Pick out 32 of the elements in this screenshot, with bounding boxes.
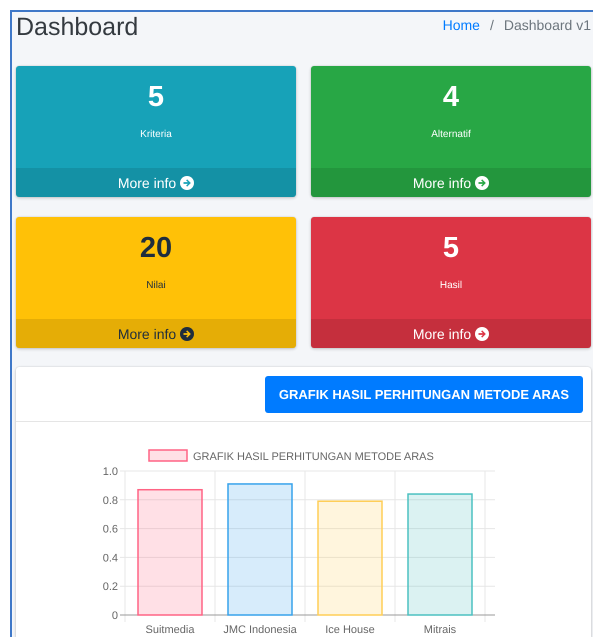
stat-label: Nilai: [146, 280, 166, 291]
more-info-link[interactable]: More info: [311, 319, 591, 348]
x-axis-label: Ice House: [325, 624, 375, 636]
y-tick-label: 0: [112, 610, 118, 622]
stat-count: 5: [442, 231, 460, 265]
more-info-link[interactable]: More info: [311, 168, 591, 197]
stat-label: Alternatif: [431, 129, 471, 140]
page-title: Dashboard: [16, 12, 138, 42]
stat-count: 20: [140, 231, 172, 265]
arrow-circle-icon: [180, 176, 194, 190]
x-axis-label: JMC Indonesia: [223, 624, 297, 636]
breadcrumb-separator: /: [490, 17, 494, 33]
more-info-link[interactable]: More info: [16, 168, 296, 197]
stat-count: 4: [442, 80, 460, 114]
y-tick-label: 1.0: [102, 466, 118, 478]
legend-label: GRAFIK HASIL PERHITUNGAN METODE ARAS: [193, 451, 434, 463]
y-tick-label: 0.8: [102, 494, 118, 507]
stat-label: Kriteria: [140, 129, 172, 140]
more-info-link[interactable]: More info: [16, 319, 296, 348]
chart-title-button[interactable]: GRAFIK HASIL PERHITUNGAN METODE ARAS: [264, 376, 583, 413]
stat-label: Hasil: [440, 280, 462, 291]
arrow-circle-icon: [475, 326, 490, 340]
arrow-circle-icon: [180, 326, 194, 340]
y-tick-label: 0.6: [102, 524, 118, 536]
breadcrumb-current: Dashboard v1: [504, 17, 591, 33]
arrow-circle-icon: [475, 176, 490, 190]
stat-count: 5: [148, 80, 164, 114]
breadcrumb-link[interactable]: Home: [442, 17, 480, 33]
x-axis-label: Suitmedia: [146, 624, 194, 636]
y-tick-label: 0.2: [102, 581, 118, 594]
x-axis-label: Mitrais: [424, 624, 456, 636]
y-tick-label: 0.4: [102, 552, 118, 564]
